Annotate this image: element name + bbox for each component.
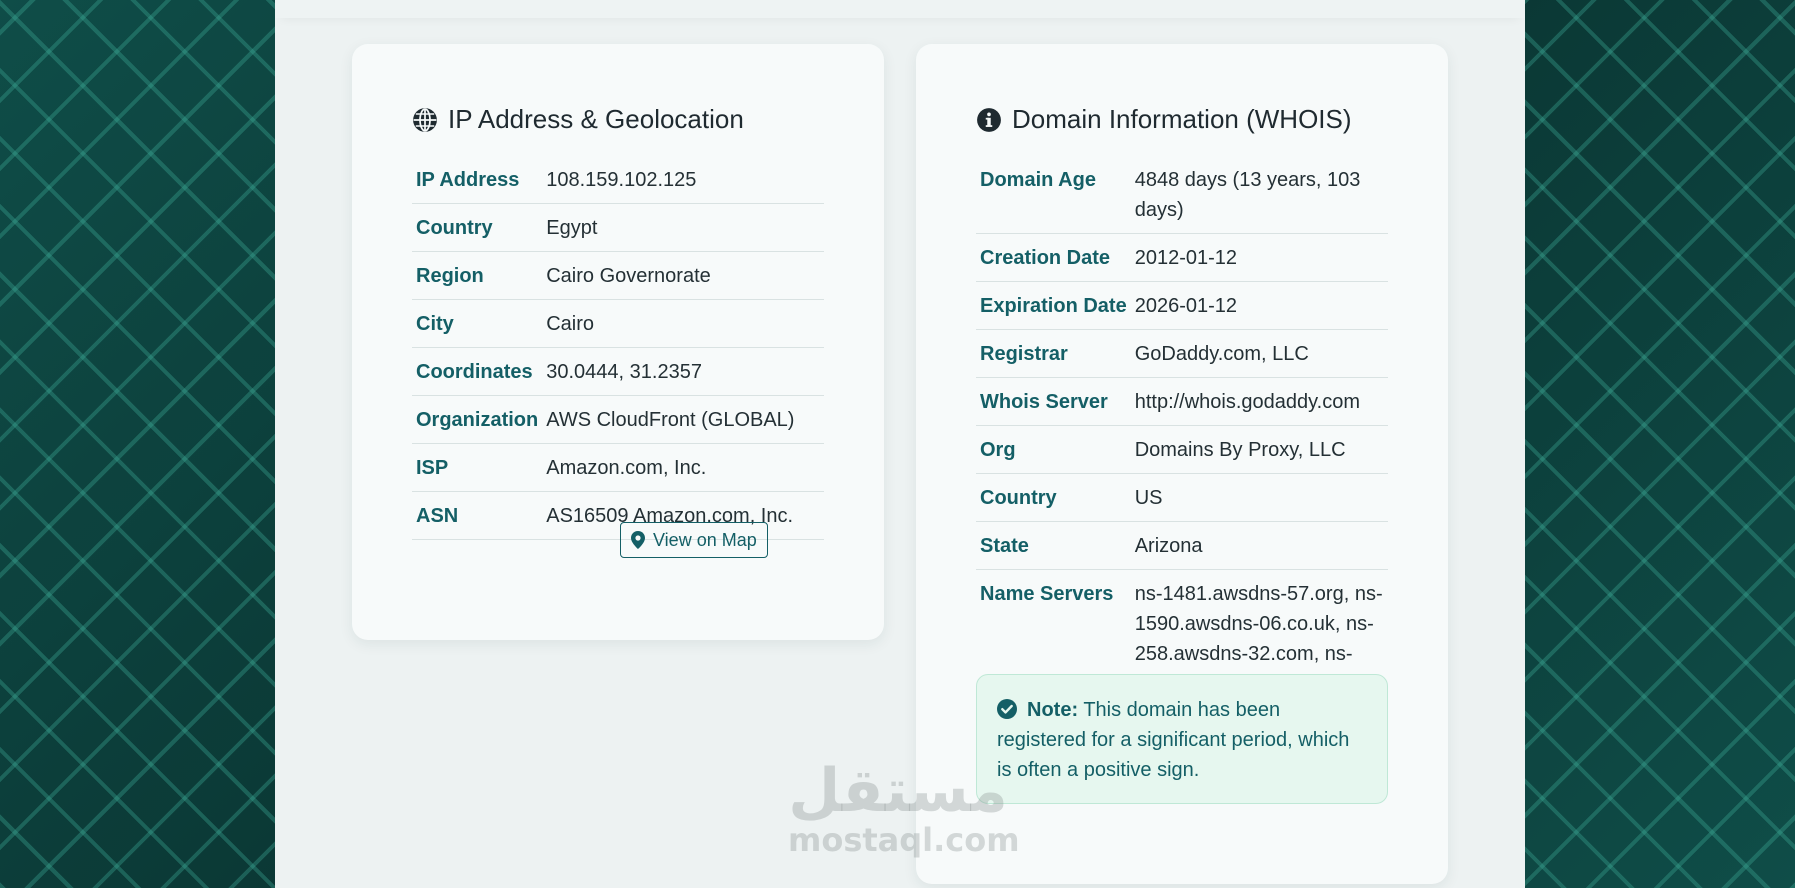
whois-card-title: Domain Information (WHOIS) xyxy=(976,104,1352,135)
info-row: ISP Amazon.com, Inc. xyxy=(412,443,824,492)
info-row-key: Whois Server xyxy=(976,377,1131,426)
watermark-arabic: مستقل xyxy=(788,756,1008,826)
info-row-key: Country xyxy=(412,203,543,252)
note-label: Note: xyxy=(1027,699,1079,721)
globe-icon xyxy=(412,107,438,133)
info-row-key: IP Address xyxy=(412,156,543,204)
info-row-value: GoDaddy.com, LLC xyxy=(1130,329,1388,378)
info-row-key: ISP xyxy=(412,443,543,492)
info-row-value: Amazon.com, Inc. xyxy=(542,443,824,492)
info-row-key: Expiration Date xyxy=(976,281,1131,330)
info-row-value: 4848 days (13 years, 103 days) xyxy=(1130,156,1388,234)
info-row-key: Org xyxy=(976,425,1131,474)
mostaql-watermark: مستقل mostaql.com xyxy=(788,756,1020,859)
top-card-edge xyxy=(275,0,1525,18)
info-row-value: 2012-01-12 xyxy=(1130,233,1388,282)
domain-age-note: Note: This domain has been registered fo… xyxy=(976,674,1388,804)
info-row-key: ASN xyxy=(412,491,543,540)
info-row-value: http://whois.godaddy.com xyxy=(1130,377,1388,426)
whois-info-table: Domain Age 4848 days (13 years, 103 days)… xyxy=(976,156,1388,708)
info-row-value: Arizona xyxy=(1130,521,1388,570)
info-row-key: Region xyxy=(412,251,543,300)
info-row: Region Cairo Governorate xyxy=(412,251,824,300)
info-row-key: Country xyxy=(976,473,1131,522)
info-row-value: US xyxy=(1130,473,1388,522)
check-circle-icon xyxy=(997,699,1027,721)
info-row: IP Address 108.159.102.125 xyxy=(412,156,824,204)
info-row-value: 2026-01-12 xyxy=(1130,281,1388,330)
info-row-value: Egypt xyxy=(542,203,824,252)
info-row: City Cairo xyxy=(412,299,824,348)
info-row-value: Cairo xyxy=(542,299,824,348)
ip-geolocation-card: IP Address & Geolocation IP Address 108.1… xyxy=(352,44,884,640)
ip-card-title-text: IP Address & Geolocation xyxy=(448,104,744,134)
info-row: Organization AWS CloudFront (GLOBAL) xyxy=(412,395,824,444)
info-row: Country US xyxy=(976,473,1388,522)
whois-card-title-text: Domain Information (WHOIS) xyxy=(1012,104,1352,134)
info-row: Expiration Date 2026-01-12 xyxy=(976,281,1388,330)
main-content: IP Address & Geolocation IP Address 108.1… xyxy=(275,0,1525,888)
watermark-latin: mostaql.com xyxy=(788,821,1020,859)
view-on-map-label: View on Map xyxy=(653,529,757,550)
info-row: Domain Age 4848 days (13 years, 103 days) xyxy=(976,156,1388,234)
info-row-value: Domains By Proxy, LLC xyxy=(1130,425,1388,474)
view-on-map-button[interactable]: View on Map xyxy=(620,522,768,558)
ip-card-title: IP Address & Geolocation xyxy=(412,104,744,135)
info-row: Org Domains By Proxy, LLC xyxy=(976,425,1388,474)
info-row: Coordinates 30.0444, 31.2357 xyxy=(412,347,824,396)
info-row-value: 108.159.102.125 xyxy=(542,156,824,204)
info-row-key: Creation Date xyxy=(976,233,1131,282)
info-row-value: Cairo Governorate xyxy=(542,251,824,300)
ip-info-table: IP Address 108.159.102.125 Country Egypt Reg… xyxy=(412,156,824,540)
info-row: Country Egypt xyxy=(412,203,824,252)
info-row: Creation Date 2012-01-12 xyxy=(976,233,1388,282)
info-row: Registrar GoDaddy.com, LLC xyxy=(976,329,1388,378)
info-row: State Arizona xyxy=(976,521,1388,570)
info-row-value: AWS CloudFront (GLOBAL) xyxy=(542,395,824,444)
info-row-key: Organization xyxy=(412,395,543,444)
info-circle-icon xyxy=(976,107,1002,133)
info-row-key: Domain Age xyxy=(976,156,1131,234)
info-row-key: City xyxy=(412,299,543,348)
info-row-key: Registrar xyxy=(976,329,1131,378)
info-row: Whois Server http://whois.godaddy.com xyxy=(976,377,1388,426)
info-row-value: 30.0444, 31.2357 xyxy=(542,347,824,396)
map-pin-icon xyxy=(631,531,645,549)
info-row-key: State xyxy=(976,521,1131,570)
info-row-key: Coordinates xyxy=(412,347,543,396)
